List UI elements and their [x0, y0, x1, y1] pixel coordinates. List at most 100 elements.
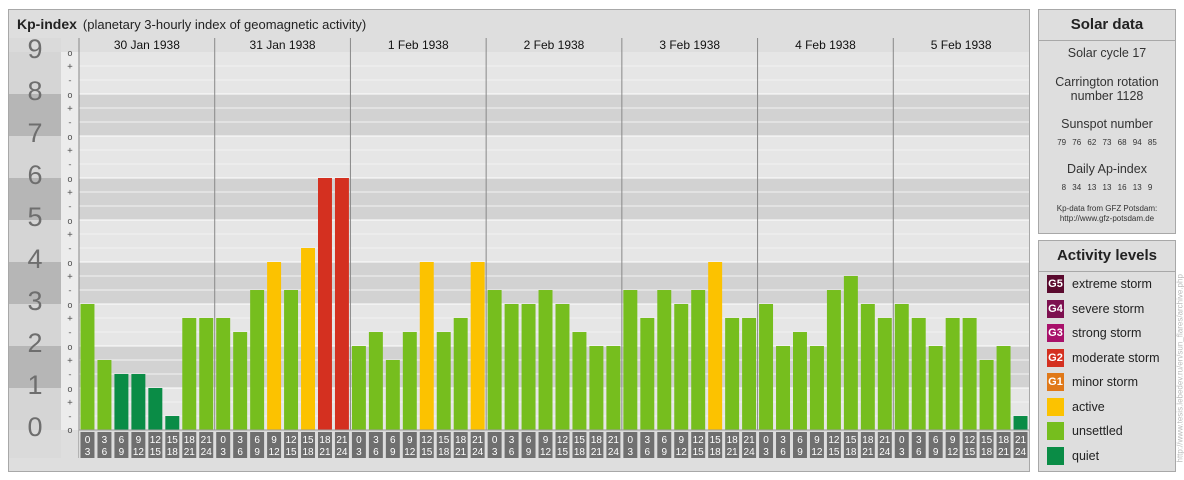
kp-bar [691, 290, 706, 430]
hour-start-label: 18 [727, 435, 739, 446]
y-minor-tick: - [67, 76, 72, 86]
hour-end-label: 6 [102, 447, 108, 458]
hour-end-label: 24 [201, 447, 213, 458]
chart-title: Kp-index (planetary 3-hourly index of geo… [17, 16, 366, 32]
hour-end-label: 3 [356, 447, 362, 458]
kp-bar [385, 359, 400, 430]
hour-start-label: 6 [797, 435, 803, 446]
kp-bar [114, 374, 129, 430]
hour-start-label: 9 [271, 435, 277, 446]
kp-bar [606, 346, 621, 430]
kp-bar [843, 275, 858, 430]
kp-bar [182, 317, 197, 430]
hour-start-label: 12 [285, 435, 297, 446]
kp-bar [928, 346, 943, 430]
hour-end-label: 12 [947, 447, 959, 458]
y-band [79, 94, 1029, 136]
kp-bar [572, 332, 587, 430]
hour-start-label: 15 [845, 435, 857, 446]
hour-start-label: 0 [492, 435, 498, 446]
y-minor-tick: + [67, 62, 73, 72]
hour-end-label: 21 [455, 447, 467, 458]
legend-swatch [1047, 397, 1064, 416]
kp-bar [860, 304, 875, 430]
hour-end-label: 15 [557, 447, 569, 458]
day-label: 3 Feb 1938 [659, 38, 720, 52]
hour-end-label: 9 [661, 447, 667, 458]
solar-data-panel: Solar data Solar cycle 17 Carrington rot… [1038, 9, 1176, 234]
hour-end-label: 24 [744, 447, 756, 458]
legend-label: quiet [1072, 448, 1100, 463]
kp-bar [962, 317, 977, 430]
hour-start-label: 18 [591, 435, 603, 446]
hour-start-label: 0 [899, 435, 905, 446]
hour-start-label: 3 [509, 435, 515, 446]
kp-bar [674, 304, 689, 430]
hour-end-label: 21 [727, 447, 739, 458]
kp-bar [318, 178, 332, 430]
y-minor-tick: + [67, 272, 73, 282]
y-minor-tick: o [67, 385, 72, 395]
kp-bar [894, 304, 909, 430]
y-minor-tick: o [67, 133, 72, 143]
hour-start-label: 18 [319, 435, 331, 446]
kp-bar [216, 317, 231, 430]
kp-bar [809, 346, 824, 430]
hour-start-label: 15 [302, 435, 314, 446]
hour-end-label: 12 [811, 447, 823, 458]
hour-start-label: 15 [167, 435, 179, 446]
kp-bar [453, 317, 468, 430]
hour-start-label: 21 [744, 435, 756, 446]
kp-bar [301, 248, 315, 430]
hour-end-label: 18 [438, 447, 450, 458]
kp-bar [877, 317, 892, 430]
hour-start-label: 6 [254, 435, 260, 446]
y-minor-tick: - [67, 370, 72, 380]
y-tick-label: 4 [27, 244, 42, 274]
legend-swatch: G4 [1047, 299, 1064, 318]
ap-index-label: Daily Ap-index [1067, 162, 1147, 176]
kp-bar [267, 262, 282, 430]
kp-bar [351, 346, 366, 430]
y-tick-label: 2 [27, 328, 42, 358]
hour-end-label: 15 [285, 447, 297, 458]
y-minor-tick: - [67, 328, 72, 338]
hour-start-label: 0 [220, 435, 226, 446]
hour-end-label: 18 [574, 447, 586, 458]
hour-start-label: 21 [472, 435, 484, 446]
hour-start-label: 18 [998, 435, 1010, 446]
hour-end-label: 24 [879, 447, 891, 458]
hour-start-label: 6 [119, 435, 125, 446]
legend-label: minor storm [1072, 375, 1138, 389]
y-minor-tick: + [67, 314, 73, 324]
hour-end-label: 15 [421, 447, 433, 458]
hour-start-label: 18 [862, 435, 874, 446]
watermark: http://www.tesis.lebedev.ru/en/sun_flare… [1176, 258, 1184, 468]
kp-bar [996, 346, 1011, 430]
y-tick-label: 7 [27, 118, 42, 148]
hour-start-label: 6 [933, 435, 939, 446]
hour-start-label: 12 [964, 435, 976, 446]
hour-end-label: 12 [676, 447, 688, 458]
hour-start-label: 0 [85, 435, 91, 446]
hour-end-label: 6 [237, 447, 243, 458]
hour-end-label: 9 [119, 447, 125, 458]
legend-label: moderate storm [1072, 350, 1160, 365]
hour-start-label: 0 [628, 435, 634, 446]
hour-start-label: 6 [661, 435, 667, 446]
hour-end-label: 9 [526, 447, 532, 458]
hour-start-label: 21 [879, 435, 891, 446]
kp-bar [487, 290, 502, 430]
hour-end-label: 18 [302, 447, 314, 458]
kp-bar [776, 346, 790, 430]
y-tick-label: 5 [27, 202, 42, 232]
legend-swatch [1047, 422, 1064, 440]
kp-bar [521, 304, 536, 430]
legend-label: active [1072, 399, 1105, 414]
y-minor-tick: - [67, 160, 72, 170]
y-minor-tick: o [67, 91, 72, 101]
legend-label: extreme storm [1072, 277, 1152, 291]
hour-end-label: 12 [269, 447, 281, 458]
source-link[interactable]: http://www.gfz-potsdam.de [1039, 214, 1175, 224]
hour-end-label: 3 [492, 447, 498, 458]
